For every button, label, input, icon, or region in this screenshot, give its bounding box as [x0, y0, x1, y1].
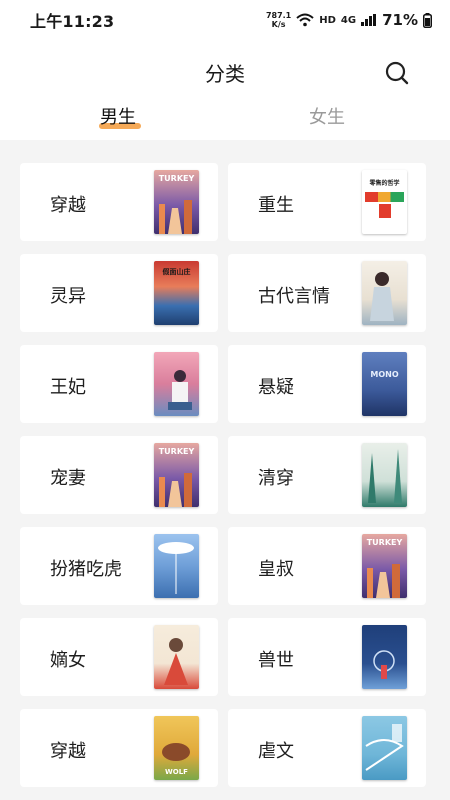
cover-title: TURKEY [158, 174, 195, 183]
book-cover: TURKEY [362, 534, 407, 598]
cover-title: 零售的哲学 [369, 180, 400, 187]
book-cover: 零售的哲学 [362, 170, 407, 234]
book-cover [154, 534, 199, 598]
category-label: 灵异 [50, 286, 86, 307]
network-speed-unit: K/s [271, 20, 286, 29]
category-grid: 穿越 TURKEY 重生 零售的哲学 灵异 假面山庄 古代言情 王妃 悬疑 MO… [20, 163, 428, 787]
search-icon[interactable] [384, 60, 410, 86]
book-cover [154, 352, 199, 416]
cover-title: 假面山庄 [162, 268, 191, 276]
network-type: 4G [340, 14, 357, 26]
category-label: 兽世 [258, 650, 294, 671]
category-label: 嫡女 [50, 650, 86, 671]
category-card[interactable]: 嫡女 [20, 618, 218, 696]
category-label: 清穿 [258, 468, 294, 489]
category-label: 皇叔 [258, 559, 294, 580]
category-card[interactable]: 重生 零售的哲学 [228, 163, 426, 241]
category-label: 悬疑 [258, 377, 294, 398]
category-card[interactable]: 兽世 [228, 618, 426, 696]
battery-percent: 71% [382, 11, 418, 29]
book-cover [362, 625, 407, 689]
tab-male[interactable]: 男生 [100, 103, 136, 129]
signal-icon [361, 14, 377, 26]
status-bar: 上午11:23 787.1 K/s HD 4G 71% [0, 0, 450, 40]
battery-icon [423, 12, 432, 28]
category-card[interactable]: 悬疑 MONO [228, 345, 426, 423]
book-cover: MONO [362, 352, 407, 416]
status-time: 上午11:23 [30, 12, 115, 31]
category-card[interactable]: 清穿 [228, 436, 426, 514]
category-card[interactable]: 穿越 TURKEY [20, 163, 218, 241]
book-cover [362, 716, 407, 780]
tab-female[interactable]: 女生 [309, 103, 345, 129]
network-speed: 787.1 K/s [266, 11, 291, 29]
category-label: 穿越 [50, 741, 86, 762]
book-cover: 假面山庄 [154, 261, 199, 325]
category-label: 王妃 [50, 377, 86, 398]
category-card[interactable]: 古代言情 [228, 254, 426, 332]
category-card[interactable]: 宠妻 TURKEY [20, 436, 218, 514]
cover-title: TURKEY [366, 538, 403, 547]
network-speed-value: 787.1 [265, 11, 292, 20]
category-card[interactable]: 皇叔 TURKEY [228, 527, 426, 605]
category-card[interactable]: 虐文 [228, 709, 426, 787]
category-card[interactable]: 穿越 WOLF [20, 709, 218, 787]
category-card[interactable]: 灵异 假面山庄 [20, 254, 218, 332]
book-cover: TURKEY [154, 170, 199, 234]
category-card[interactable]: 王妃 [20, 345, 218, 423]
category-label: 古代言情 [258, 286, 330, 307]
app-header: 分类 男生 女生 [0, 40, 450, 140]
category-label: 穿越 [50, 195, 86, 216]
hd-label: HD [319, 14, 336, 26]
page-title: 分类 [205, 62, 245, 86]
book-cover: WOLF [154, 716, 199, 780]
book-cover [362, 261, 407, 325]
category-card[interactable]: 扮猪吃虎 [20, 527, 218, 605]
book-cover [362, 443, 407, 507]
cover-title: TURKEY [158, 447, 195, 456]
book-cover: TURKEY [154, 443, 199, 507]
category-label: 虐文 [258, 741, 294, 762]
category-label: 扮猪吃虎 [50, 559, 122, 580]
status-icons: 787.1 K/s HD 4G 71% [266, 11, 432, 29]
book-cover [154, 625, 199, 689]
cover-title: MONO [370, 370, 399, 379]
wifi-icon [296, 13, 314, 27]
category-label: 重生 [258, 195, 294, 216]
category-label: 宠妻 [50, 468, 86, 489]
